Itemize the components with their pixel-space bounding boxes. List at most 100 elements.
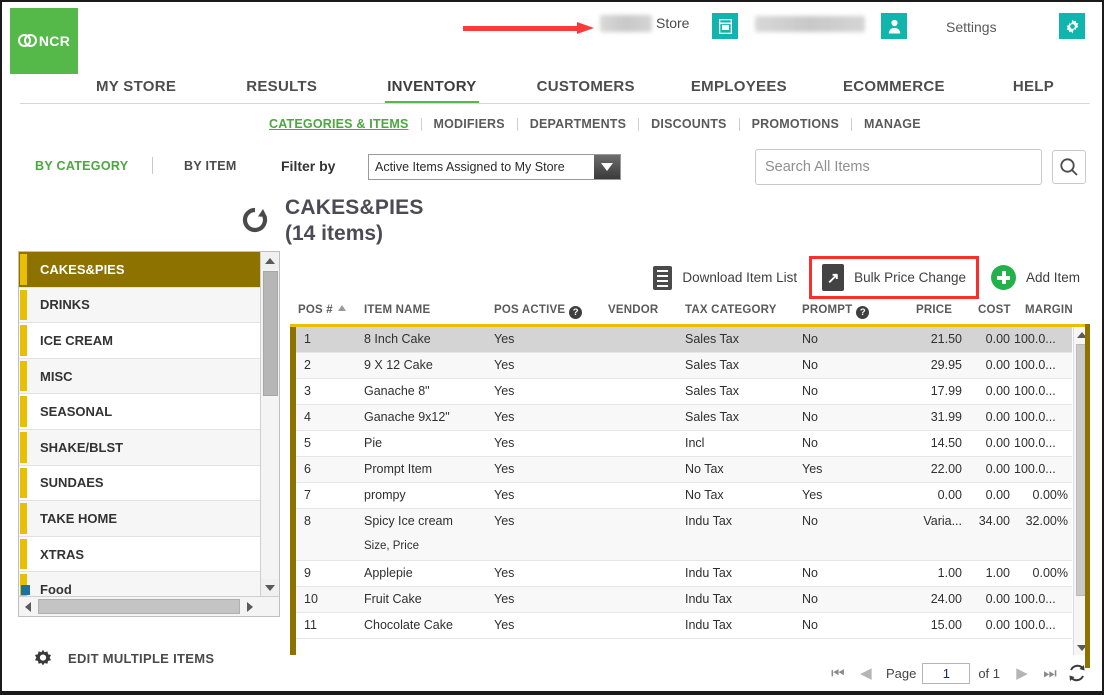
scroll-thumb[interactable] [263,271,278,396]
table-row[interactable]: 9 Applepie Yes Indu Tax No 1.00 1.00 0.0… [290,561,1072,587]
next-page-button[interactable]: ▶ [1008,660,1036,686]
add-item-button[interactable]: Add Item [981,261,1090,294]
nav-inventory[interactable]: INVENTORY [371,74,492,104]
table-row[interactable]: 1 8 Inch Cake Yes Sales Tax No 21.50 0.0… [290,327,1072,353]
scroll-down-icon[interactable] [261,579,279,596]
search-icon[interactable] [1052,150,1086,184]
help-icon[interactable]: ? [856,306,870,319]
cell-pos: 3 [304,384,311,398]
filter-selected-value: Active Items Assigned to My Store [375,160,565,174]
col-cost[interactable]: COST [978,304,1011,316]
sidebar-item-xtras[interactable]: XTRAS [19,536,262,573]
table-row[interactable]: 7 prompy Yes No Tax Yes 0.00 0.00 0.00% [290,483,1072,509]
view-by-item-toggle[interactable]: BY ITEM [184,159,237,173]
refresh-icon[interactable] [1064,660,1090,686]
cell-cost: 0.00 [985,462,1010,476]
bulk-price-change-button[interactable]: ↗ Bulk Price Change [809,256,979,299]
col-pos-active[interactable]: POS ACTIVE? [494,304,583,319]
subnav-discounts[interactable]: DISCOUNTS [639,117,738,131]
table-row[interactable]: 8 Spicy Ice cream Size, Price Yes Indu T… [290,509,1072,561]
category-label: Food [40,582,72,598]
cell-margin: 100.0... [1014,462,1056,476]
sidebar-item-misc[interactable]: MISC [19,358,262,395]
cell-margin: 0.00% [1032,488,1068,502]
sidebar-item-seasonal[interactable]: SEASONAL [19,394,262,430]
view-by-category-toggle[interactable]: BY CATEGORY [35,159,128,173]
first-page-button[interactable]: ⏮ [824,660,852,686]
gear-icon[interactable] [1059,13,1085,39]
col-vendor[interactable]: VENDOR [608,304,658,316]
nav-help[interactable]: HELP [997,74,1070,104]
cell-active: Yes [494,566,515,580]
last-page-button[interactable]: ⏭ [1036,660,1064,686]
scroll-corner-marker [21,585,30,595]
cell-cost: 0.00 [985,410,1010,424]
subnav-departments[interactable]: DEPARTMENTS [518,117,638,131]
sidebar-item-cakes-pies[interactable]: CAKES&PIES [19,252,262,288]
cell-pos: 6 [304,462,311,476]
cell-active: Yes [494,358,515,372]
cell-prompt: No [802,514,818,528]
sidebar-item-drinks[interactable]: DRINKS [19,287,262,324]
cell-active: Yes [494,618,515,632]
col-prompt[interactable]: PROMPT? [802,304,870,319]
nav-customers[interactable]: CUSTOMERS [521,74,651,104]
table-row[interactable]: 11 Chocolate Cake Yes Indu Tax No 15.00 … [290,613,1072,639]
cell-tax: No Tax [685,488,724,502]
sidebar-horizontal-scrollbar[interactable] [19,596,279,616]
sidebar-item-shake-blst[interactable]: SHAKE/BLST [19,429,262,466]
cell-pos: 11 [304,618,317,632]
h-scroll-thumb[interactable] [38,599,240,614]
subnav-promotions[interactable]: PROMOTIONS [740,117,851,131]
scroll-left-icon[interactable] [19,597,37,616]
external-arrow-icon: ↗ [822,264,845,291]
cell-tax: Sales Tax [685,384,739,398]
col-pos[interactable]: POS # [298,304,346,316]
chevron-down-icon[interactable] [594,155,620,179]
nav-ecommerce[interactable]: ECOMMERCE [827,74,961,104]
table-row[interactable]: 10 Fruit Cake Yes Indu Tax No 24.00 0.00… [290,587,1072,613]
sidebar-item-take-home[interactable]: TAKE HOME [19,501,262,537]
help-icon[interactable]: ? [569,306,583,319]
settings-label[interactable]: Settings [946,19,997,35]
main-navigation: MY STORE RESULTS INVENTORY CUSTOMERS EMP… [80,74,1102,104]
sidebar-vertical-scrollbar[interactable] [260,252,279,616]
subnav-manage[interactable]: MANAGE [852,117,933,131]
items-table: POS # ITEM NAME POS ACTIVE? VENDOR TAX C… [290,303,1090,658]
download-item-list-button[interactable]: Download Item List [643,262,807,294]
col-price[interactable]: PRICE [916,304,952,316]
col-margin[interactable]: MARGIN [1025,304,1073,316]
sidebar-item-ice-cream[interactable]: ICE CREAM [19,323,262,359]
pagination-bar: ⏮ ◀ Page 1 of 1 ▶ ⏭ [824,659,1090,687]
cell-cost: 0.00 [985,358,1010,372]
cell-price: 21.50 [930,332,962,346]
table-row[interactable]: 3 Ganache 8" Yes Sales Tax No 17.99 0.00… [290,379,1072,405]
col-item-name[interactable]: ITEM NAME [364,304,430,316]
nav-employees[interactable]: EMPLOYEES [675,74,803,104]
subnav-categories-items[interactable]: CATEGORIES & ITEMS [257,117,421,131]
subnav-modifiers[interactable]: MODIFIERS [422,117,517,131]
col-tax-category[interactable]: TAX CATEGORY [685,304,777,316]
user-account-icon[interactable] [881,13,907,39]
cell-margin: 100.0... [1014,384,1056,398]
search-input[interactable]: Search All Items [755,149,1042,185]
refresh-category-icon[interactable] [242,207,268,233]
cell-price: 14.50 [930,436,962,450]
filter-select[interactable]: Active Items Assigned to My Store [368,154,621,180]
table-row[interactable]: 5 Pie Yes Incl No 14.50 0.00 100.0... [290,431,1072,457]
scroll-up-icon[interactable] [261,252,279,269]
nav-results[interactable]: RESULTS [230,74,333,104]
store-switch-icon[interactable] [712,13,738,39]
edit-multiple-items-button[interactable]: EDIT MULTIPLE ITEMS [32,647,214,669]
scroll-right-icon[interactable] [241,597,259,616]
ncr-logo[interactable]: NCR [10,8,78,74]
previous-page-button[interactable]: ◀ [852,660,880,686]
table-row[interactable]: 2 9 X 12 Cake Yes Sales Tax No 29.95 0.0… [290,353,1072,379]
table-row[interactable]: 4 Ganache 9x12" Yes Sales Tax No 31.99 0… [290,405,1072,431]
cell-pos: 5 [304,436,311,450]
nav-my-store[interactable]: MY STORE [80,74,192,104]
page-number-input[interactable]: 1 [922,662,971,684]
sidebar-item-sundaes[interactable]: SUNDAES [19,465,262,502]
cell-price: 17.99 [930,384,962,398]
table-row[interactable]: 6 Prompt Item Yes No Tax Yes 22.00 0.00 … [290,457,1072,483]
